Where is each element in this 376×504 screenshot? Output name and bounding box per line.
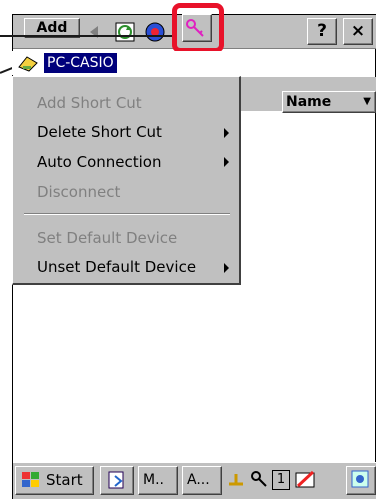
- menu-item-auto-connection[interactable]: Auto Connection: [37, 152, 161, 172]
- sort-chevron-icon: ▼: [363, 96, 371, 107]
- taskbar-task-1[interactable]: M..: [138, 466, 178, 495]
- pen-input-icon[interactable]: [295, 470, 317, 490]
- name-column-header[interactable]: Name ▼: [282, 91, 376, 113]
- start-button[interactable]: Start: [15, 466, 94, 495]
- task-1-label: M..: [143, 472, 164, 488]
- menu-item-set-default-device[interactable]: Set Default Device: [37, 228, 177, 248]
- menu-separator: [24, 213, 230, 215]
- menu-item-disconnect[interactable]: Disconnect: [37, 182, 120, 202]
- start-label: Start: [46, 471, 83, 489]
- refresh-icon[interactable]: [114, 21, 136, 43]
- device-name[interactable]: PC-CASIO: [44, 53, 117, 73]
- back-icon[interactable]: [84, 21, 106, 43]
- taskbar-task-2[interactable]: A...: [182, 466, 222, 495]
- name-column-label: Name: [286, 94, 332, 110]
- highlight-box: [172, 3, 224, 53]
- input-indicator[interactable]: 1: [272, 470, 290, 490]
- submenu-arrow-icon: [224, 263, 229, 273]
- submenu-arrow-icon: [224, 128, 229, 138]
- connection-icon[interactable]: [227, 470, 245, 490]
- help-button[interactable]: ?: [307, 18, 337, 45]
- key-icon[interactable]: [250, 470, 268, 490]
- device-icon: [17, 53, 39, 73]
- browser-icon[interactable]: [144, 21, 166, 43]
- close-button[interactable]: ×: [343, 18, 373, 45]
- task-2-label: A...: [187, 472, 210, 488]
- windows-logo-icon: [20, 470, 42, 499]
- taskbar-app-icon[interactable]: [100, 466, 134, 495]
- desktop-icon[interactable]: [346, 466, 376, 495]
- menu-item-add-short-cut[interactable]: Add Short Cut: [37, 93, 142, 113]
- menu-item-unset-default-device[interactable]: Unset Default Device: [37, 257, 196, 277]
- menu-item-delete-short-cut[interactable]: Delete Short Cut: [37, 122, 162, 142]
- callout-line-top: [0, 35, 172, 37]
- submenu-arrow-icon: [224, 157, 229, 167]
